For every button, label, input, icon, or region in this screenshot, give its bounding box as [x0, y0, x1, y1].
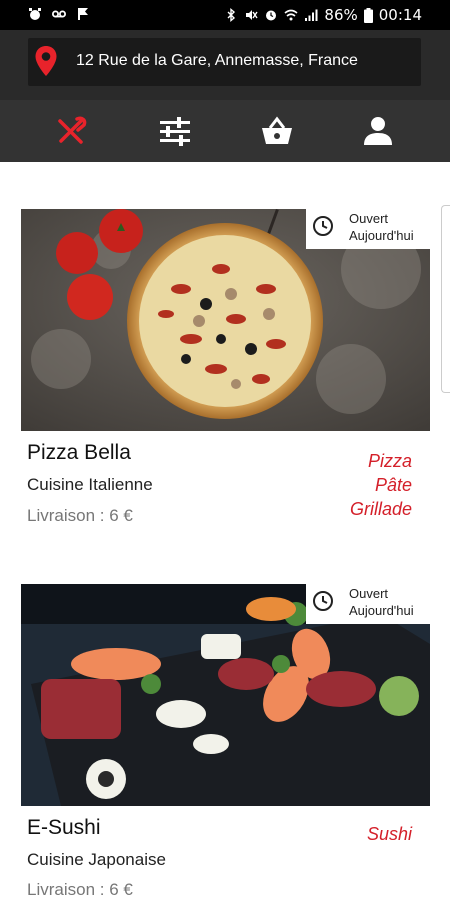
address-bar[interactable]: 12 Rue de la Gare, Annemasse, France [28, 38, 421, 86]
open-today-badge: Ouvert Aujourd'hui [306, 584, 430, 624]
restaurant-photo-sushi: Ouvert Aujourd'hui [21, 584, 430, 806]
battery-percent: 86% [324, 6, 358, 24]
tag: Pizza [367, 451, 412, 471]
tag: Grillade [349, 499, 412, 519]
tab-basket[interactable] [257, 111, 297, 151]
address-text: 12 Rue de la Gare, Annemasse, France [76, 52, 358, 69]
clock-icon [313, 216, 333, 236]
restaurant-name: Pizza Bella [27, 441, 131, 464]
alarm-clock-icon [266, 10, 277, 21]
tab-filters[interactable] [155, 111, 195, 151]
status-bar: 86% 00:14 [0, 0, 450, 30]
tab-restaurants[interactable] [51, 111, 91, 151]
battery-icon [363, 7, 373, 23]
user-icon [364, 117, 392, 145]
restaurant-photo-pizza: Ouvert Aujourd'hui [21, 209, 430, 431]
signal-icon [305, 9, 318, 21]
restaurant-cuisine: Cuisine Japonaise [27, 850, 166, 869]
voicemail-icon [52, 10, 66, 18]
restaurant-tags: Pizza Pâte Grillade [350, 449, 412, 521]
delivery-fee: Livraison : 6 € [27, 506, 133, 525]
app-header: 12 Rue de la Gare, Annemasse, France [0, 30, 450, 100]
fork-knife-icon [58, 116, 87, 144]
clock-icon [313, 591, 333, 611]
restaurant-name: E-Sushi [27, 816, 101, 839]
location-pin-icon [35, 46, 57, 76]
open-today-badge: Ouvert Aujourd'hui [306, 209, 430, 249]
restaurant-card[interactable]: Ouvert Aujourd'hui E-Sushi Cuisine Japon… [21, 584, 430, 900]
alarm-icon [29, 8, 41, 20]
restaurant-cuisine: Cuisine Italienne [27, 475, 153, 494]
wifi-icon [284, 9, 298, 21]
tab-profile[interactable] [358, 111, 398, 151]
restaurant-tags: Sushi [367, 822, 412, 846]
mute-icon [246, 10, 259, 20]
open-status-text: Ouvert Aujourd'hui [349, 211, 414, 243]
delivery-fee: Livraison : 6 € [27, 880, 133, 899]
restaurant-card[interactable]: Ouvert Aujourd'hui Pizza Bella Cuisine I… [21, 209, 430, 529]
bluetooth-icon [227, 8, 236, 22]
open-status-text: Ouvert Aujourd'hui [349, 586, 414, 618]
tag: Sushi [366, 824, 412, 844]
tag: Pâte [374, 475, 412, 495]
flag-icon [78, 8, 88, 20]
sliders-icon [160, 117, 190, 146]
basket-icon [262, 116, 292, 144]
side-drawer-handle[interactable] [441, 205, 450, 393]
tab-bar [0, 100, 450, 162]
restaurant-list: Ouvert Aujourd'hui Pizza Bella Cuisine I… [0, 162, 450, 900]
clock-time: 00:14 [378, 6, 422, 24]
